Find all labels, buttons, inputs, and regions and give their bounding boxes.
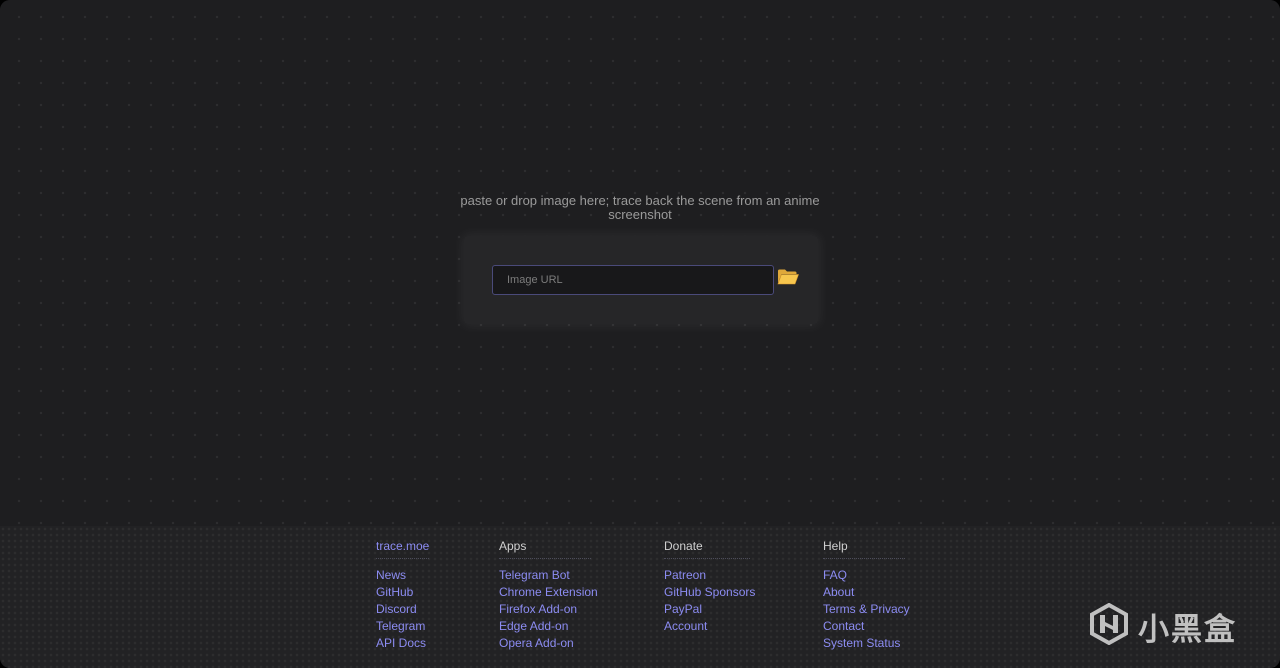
footer-link-telegram-bot[interactable]: Telegram Bot: [499, 568, 570, 582]
footer-link-about[interactable]: About: [823, 585, 854, 599]
footer-link-faq[interactable]: FAQ: [823, 568, 847, 582]
footer-link-system-status[interactable]: System Status: [823, 636, 900, 650]
folder-icon[interactable]: [777, 268, 801, 288]
footer-title-help: Help: [823, 539, 905, 559]
footer-column-donate: Donate Patreon GitHub Sponsors PayPal Ac…: [664, 537, 755, 635]
footer-title-apps: Apps: [499, 539, 591, 559]
xiaoheihe-logo-icon: [1088, 602, 1130, 650]
footer-link-terms-privacy[interactable]: Terms & Privacy: [823, 602, 910, 616]
footer-link-discord[interactable]: Discord: [376, 602, 417, 616]
footer-link-api-docs[interactable]: API Docs: [376, 636, 426, 650]
app-window: paste or drop image here; trace back the…: [0, 0, 1280, 668]
footer-link-account[interactable]: Account: [664, 619, 707, 633]
footer-link-github[interactable]: GitHub: [376, 585, 413, 599]
footer-link-edge-addon[interactable]: Edge Add-on: [499, 619, 568, 633]
tagline: paste or drop image here; trace back the…: [460, 193, 820, 222]
watermark-text: 小黑盒: [1138, 611, 1237, 647]
footer-link-paypal[interactable]: PayPal: [664, 602, 702, 616]
footer-link-contact[interactable]: Contact: [823, 619, 864, 633]
footer-title-trace-moe[interactable]: trace.moe: [376, 539, 429, 553]
footer-link-news[interactable]: News: [376, 568, 406, 582]
footer-column-trace-moe: trace.moe News GitHub Discord Telegram A…: [376, 537, 430, 652]
search-card: [464, 236, 818, 324]
footer-link-opera-addon[interactable]: Opera Add-on: [499, 636, 574, 650]
image-url-input[interactable]: [492, 265, 774, 295]
footer-title-donate: Donate: [664, 539, 750, 559]
footer-link-github-sponsors[interactable]: GitHub Sponsors: [664, 585, 755, 599]
footer-link-chrome-extension[interactable]: Chrome Extension: [499, 585, 598, 599]
footer-link-patreon[interactable]: Patreon: [664, 568, 706, 582]
search-area[interactable]: paste or drop image here; trace back the…: [0, 0, 1280, 526]
watermark: 小黑盒: [1088, 602, 1248, 650]
footer-column-apps: Apps Telegram Bot Chrome Extension Firef…: [499, 537, 598, 652]
footer-link-telegram[interactable]: Telegram: [376, 619, 425, 633]
footer-column-help: Help FAQ About Terms & Privacy Contact S…: [823, 537, 910, 652]
footer-link-firefox-addon[interactable]: Firefox Add-on: [499, 602, 577, 616]
